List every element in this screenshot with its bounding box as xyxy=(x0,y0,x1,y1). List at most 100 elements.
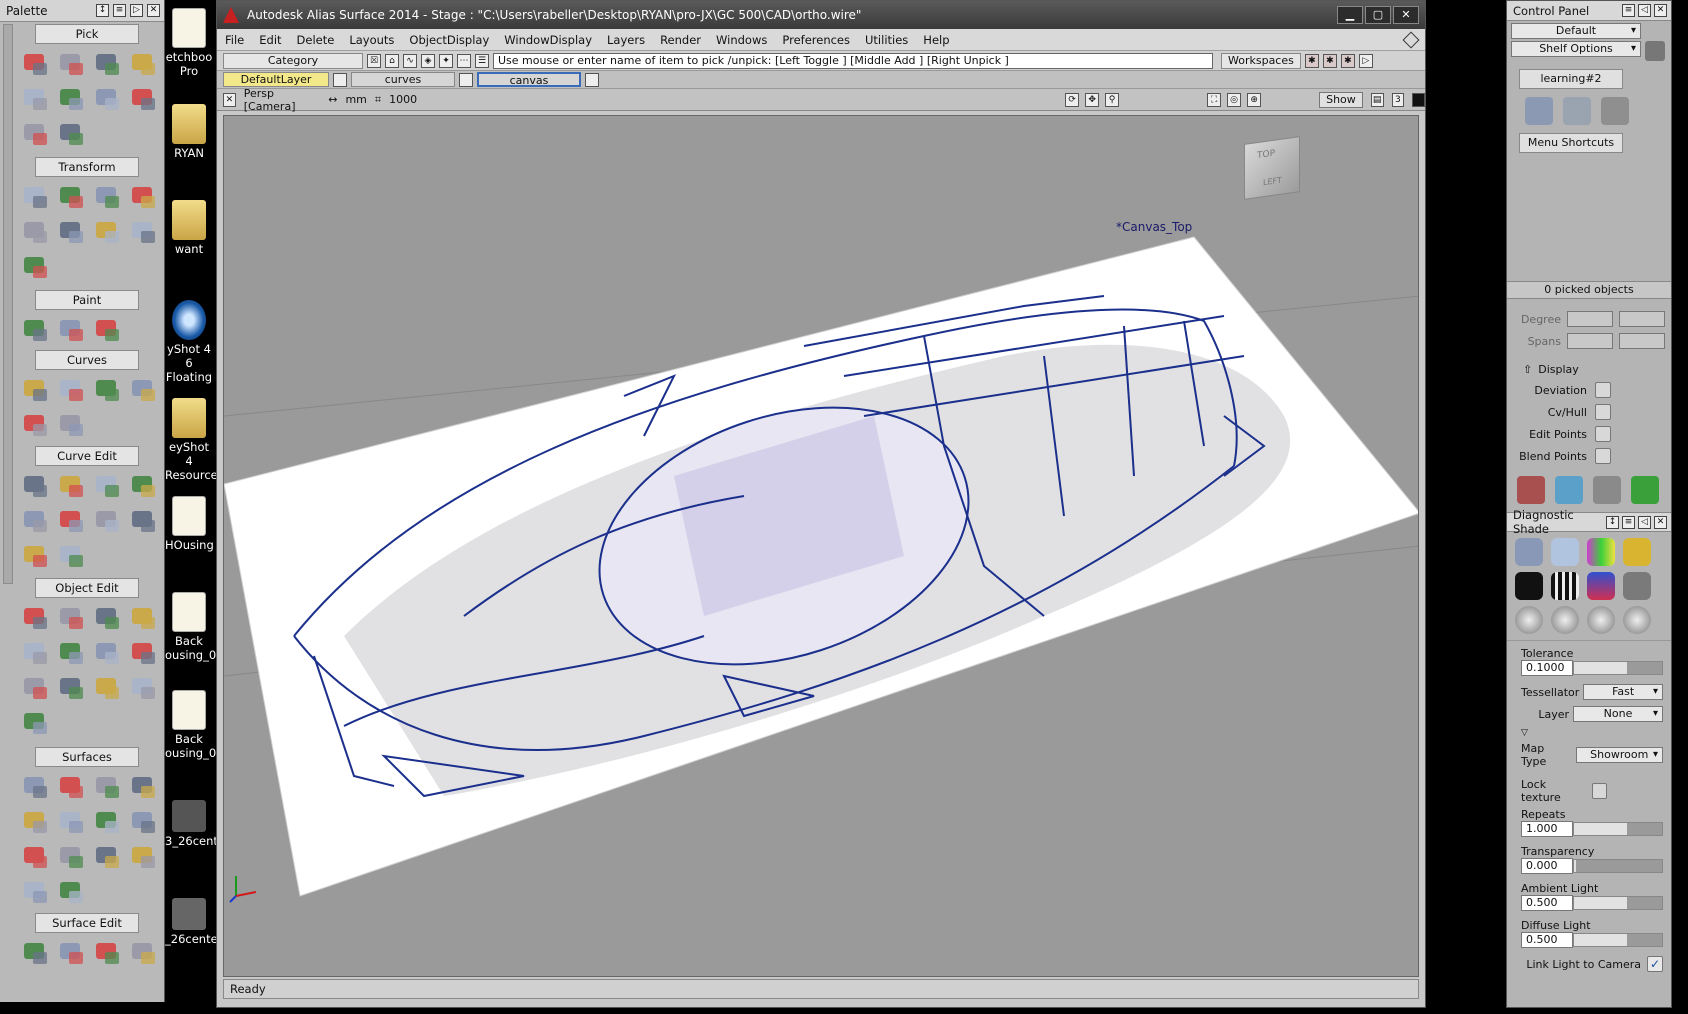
menu-layers[interactable]: Layers xyxy=(607,33,645,47)
palette-tool-icon[interactable] xyxy=(19,181,51,213)
palette-tool-icon[interactable] xyxy=(19,216,51,248)
shade-mode-icon[interactable] xyxy=(1587,606,1615,634)
palette-tool-icon[interactable] xyxy=(19,876,51,908)
palette-tool-icon[interactable] xyxy=(55,540,87,572)
transparency-slider[interactable] xyxy=(1573,859,1663,873)
palette-tool-icon[interactable] xyxy=(19,118,51,150)
resize-icon[interactable]: ↕ xyxy=(96,4,109,17)
section-label[interactable]: Curves xyxy=(35,350,139,370)
satellite-icon[interactable] xyxy=(1525,97,1553,125)
close-icon[interactable]: ✕ xyxy=(1393,6,1419,24)
palette-tool-icon[interactable] xyxy=(19,672,51,704)
palette-tool-icon[interactable] xyxy=(19,505,51,537)
zoom-icon[interactable]: ⚲ xyxy=(1105,92,1120,107)
menu-windows[interactable]: Windows xyxy=(716,33,767,47)
list-icon[interactable]: ≡ xyxy=(113,4,126,17)
shelf-tab-learning[interactable]: learning#2 xyxy=(1519,69,1623,89)
section-label[interactable]: Curve Edit xyxy=(35,446,139,466)
shade-mode-icon[interactable] xyxy=(1515,606,1543,634)
transparency-field[interactable]: 0.000 xyxy=(1521,858,1573,874)
palette-tool-icon[interactable] xyxy=(127,937,159,969)
palette-tool-icon[interactable] xyxy=(91,806,123,838)
layer-toggle[interactable] xyxy=(459,72,473,87)
palette-tool-icon[interactable] xyxy=(55,937,87,969)
palette-tool-icon[interactable] xyxy=(91,314,123,346)
shade-mode-icon[interactable] xyxy=(1515,572,1543,600)
center-icon[interactable]: ⊕ xyxy=(1247,92,1262,107)
green-tool-icon[interactable] xyxy=(1631,476,1659,504)
degree-field[interactable] xyxy=(1567,311,1613,327)
minmax-icon[interactable] xyxy=(1555,476,1583,504)
list-icon[interactable]: ≡ xyxy=(1622,4,1635,17)
palette-tool-icon[interactable] xyxy=(55,602,87,634)
shade-toggle-icon[interactable] xyxy=(1412,92,1425,107)
pick-list-icon[interactable]: ☰ xyxy=(475,53,489,68)
desktop-icon[interactable]: _26cente xyxy=(165,898,218,946)
delete-tool-icon[interactable] xyxy=(1517,476,1545,504)
tool-shelf-icon[interactable]: ✱ xyxy=(1340,53,1355,68)
palette-tool-icon[interactable] xyxy=(55,470,87,502)
expand-icon[interactable]: ▷ xyxy=(130,4,143,17)
pick-curve-icon[interactable]: ∿ xyxy=(403,53,417,68)
palette-tool-icon[interactable] xyxy=(127,806,159,838)
look-at-icon[interactable]: ◎ xyxy=(1227,92,1242,107)
repeats-slider[interactable] xyxy=(1573,822,1663,836)
menu-render[interactable]: Render xyxy=(660,33,701,47)
tool-shelf-icon[interactable]: ✱ xyxy=(1322,53,1337,68)
palette-tool-icon[interactable] xyxy=(55,374,87,406)
palette-tool-icon[interactable] xyxy=(55,841,87,873)
palette-tool-icon[interactable] xyxy=(127,48,159,80)
link-light-checkbox[interactable]: ✓ xyxy=(1647,956,1663,972)
palette-tool-icon[interactable] xyxy=(19,841,51,873)
palette-tool-icon[interactable] xyxy=(19,374,51,406)
palette-tool-icon[interactable] xyxy=(19,83,51,115)
desktop-icon[interactable]: eyShot 4 Resources xyxy=(165,398,224,482)
help-icon[interactable] xyxy=(1601,97,1629,125)
palette-tool-icon[interactable] xyxy=(55,83,87,115)
palette-tool-icon[interactable] xyxy=(19,540,51,572)
palette-tool-icon[interactable] xyxy=(127,841,159,873)
pick-object-icon[interactable]: ☒ xyxy=(367,53,381,68)
display-header[interactable]: ⇧ Display xyxy=(1507,363,1671,376)
palette-tool-icon[interactable] xyxy=(19,251,51,283)
pick-prompt-input[interactable]: Use mouse or enter name of item to pick … xyxy=(493,52,1213,69)
minimize-icon[interactable]: ▁ xyxy=(1337,6,1363,24)
section-label[interactable]: Surfaces xyxy=(35,747,139,767)
cvhull-checkbox[interactable] xyxy=(1595,404,1611,420)
frame-icon[interactable]: ⛶ xyxy=(1207,92,1222,107)
palette-tool-icon[interactable] xyxy=(91,48,123,80)
ambient-light-slider[interactable] xyxy=(1573,896,1663,910)
palette-tool-icon[interactable] xyxy=(91,216,123,248)
category-dropdown[interactable]: Category xyxy=(223,52,363,69)
menu-utilities[interactable]: Utilities xyxy=(865,33,908,47)
palette-tool-icon[interactable] xyxy=(55,409,87,441)
desktop-icon[interactable]: HOusing xyxy=(165,496,214,552)
palette-tool-icon[interactable] xyxy=(91,602,123,634)
desktop-icon[interactable]: Back ousing_0. xyxy=(165,592,220,662)
tolerance-field[interactable]: 0.1000 xyxy=(1521,660,1573,676)
diffuse-light-field[interactable]: 0.500 xyxy=(1521,932,1573,948)
palette-tool-icon[interactable] xyxy=(19,409,51,441)
palette-tool-icon[interactable] xyxy=(91,771,123,803)
blend-points-checkbox[interactable] xyxy=(1595,448,1611,464)
palette-tool-icon[interactable] xyxy=(91,470,123,502)
shade-mode-icon[interactable] xyxy=(1587,572,1615,600)
track-icon[interactable]: ✥ xyxy=(1085,92,1100,107)
palette-tool-icon[interactable] xyxy=(19,771,51,803)
section-label[interactable]: Pick xyxy=(35,24,139,44)
palette-tool-icon[interactable] xyxy=(55,806,87,838)
ambient-light-field[interactable]: 0.500 xyxy=(1521,895,1573,911)
palette-tool-icon[interactable] xyxy=(55,48,87,80)
menu-shortcuts-button[interactable]: Menu Shortcuts xyxy=(1519,133,1623,153)
diffuse-light-slider[interactable] xyxy=(1573,933,1663,947)
tolerance-slider[interactable] xyxy=(1573,661,1663,675)
close-icon[interactable]: ✕ xyxy=(1654,515,1667,529)
layer-dropdown[interactable]: None xyxy=(1573,706,1663,722)
pick-cv-icon[interactable]: ⋯ xyxy=(457,53,471,68)
layer-toggle[interactable] xyxy=(585,72,599,87)
menu-file[interactable]: File xyxy=(225,33,244,47)
palette-tool-icon[interactable] xyxy=(19,707,51,739)
palette-tool-icon[interactable] xyxy=(19,602,51,634)
edit-points-checkbox[interactable] xyxy=(1595,426,1611,442)
palette-tool-icon[interactable] xyxy=(55,181,87,213)
